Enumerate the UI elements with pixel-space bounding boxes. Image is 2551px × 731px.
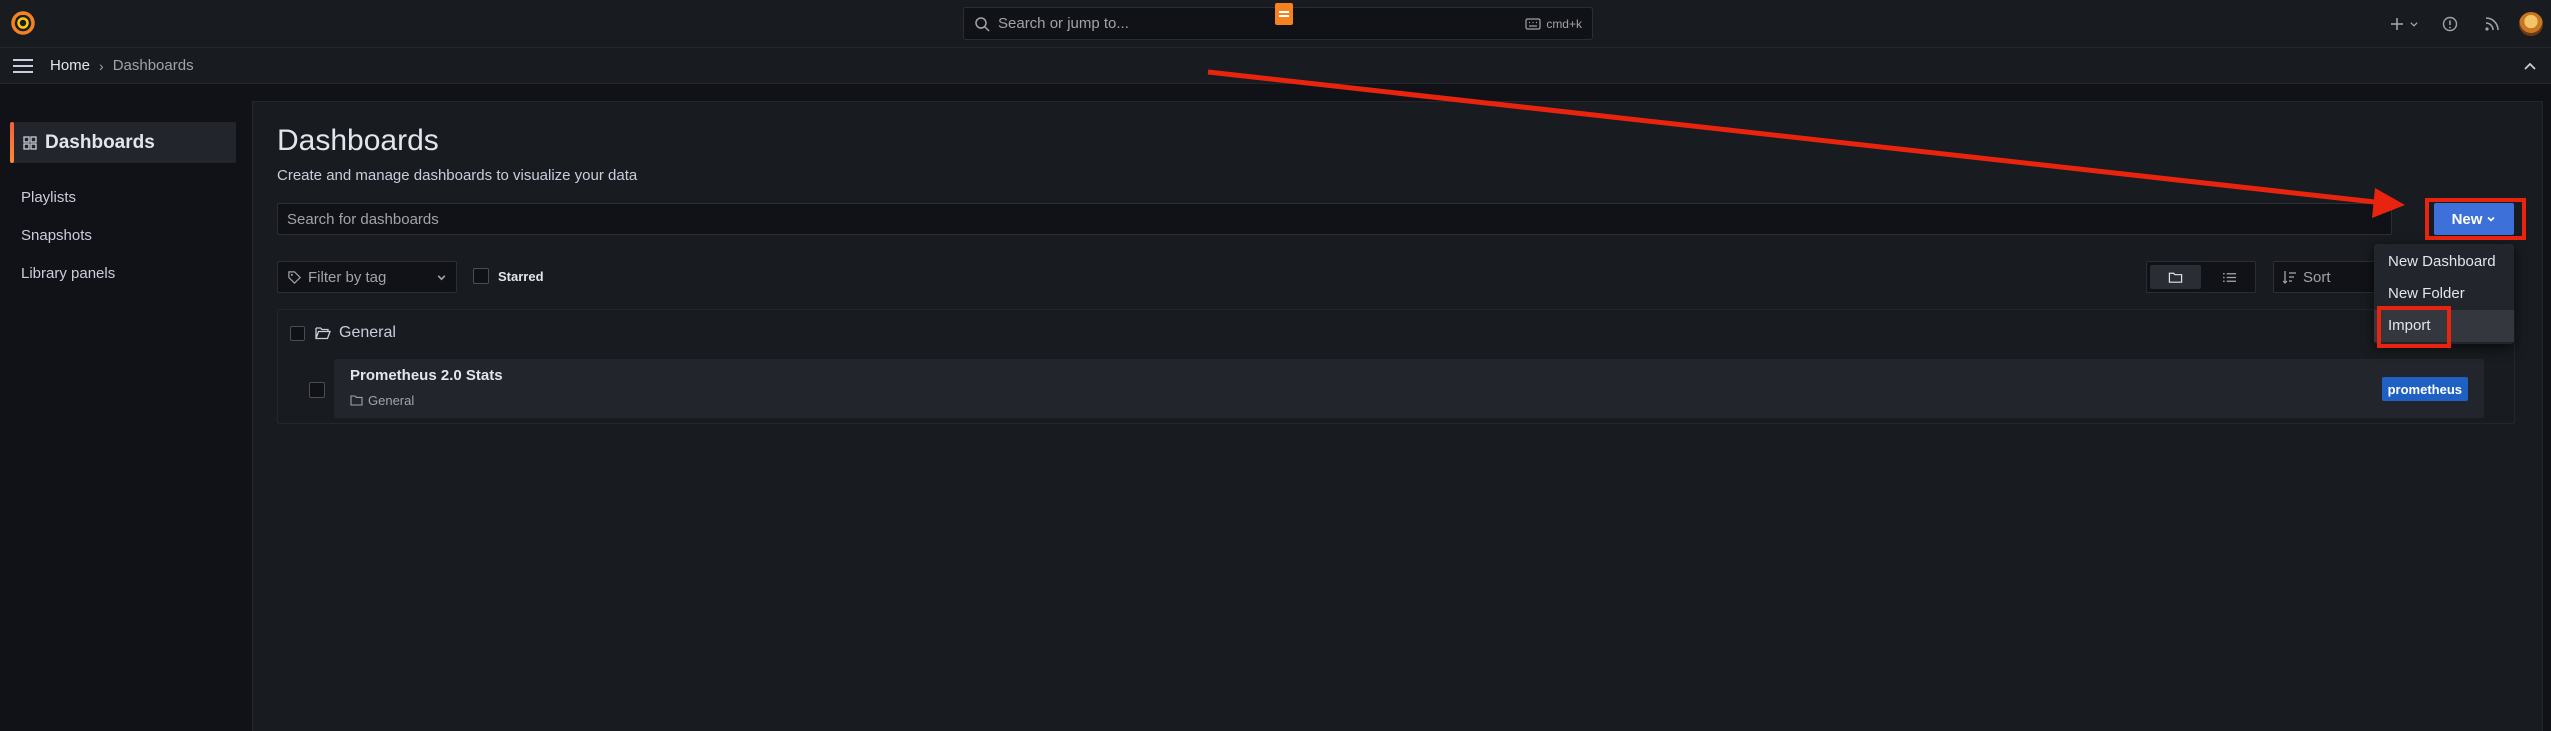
hamburger-menu-icon[interactable] <box>12 58 34 74</box>
search-icon <box>975 16 990 32</box>
filter-by-tag-placeholder: Filter by tag <box>308 268 387 286</box>
grafana-logo-icon[interactable] <box>10 10 36 36</box>
help-icon <box>2442 16 2458 32</box>
folder-checkbox[interactable] <box>290 325 305 341</box>
chevron-up-icon[interactable] <box>2523 59 2537 73</box>
menu-item-new-folder[interactable]: New Folder <box>2388 285 2465 302</box>
tag-icon <box>288 270 301 284</box>
filter-by-tag-select[interactable]: Filter by tag <box>277 261 457 293</box>
new-button-highlight-box <box>2425 198 2526 240</box>
breadcrumb-separator: › <box>99 57 104 74</box>
plus-icon <box>2391 18 2403 30</box>
rss-icon <box>2485 17 2499 31</box>
sidebar-item-library-panels[interactable]: Library panels <box>21 265 115 282</box>
dashboard-tag[interactable]: prometheus <box>2381 377 2468 401</box>
sort-select[interactable]: Sort <box>2273 261 2383 293</box>
folder-name: General <box>339 324 396 341</box>
list-view-button[interactable] <box>2204 262 2255 292</box>
top-navbar: Search or jump to... cmd+k <box>0 0 2551 48</box>
list-icon <box>2223 272 2237 282</box>
dashboard-search-input[interactable]: Search for dashboards <box>277 203 2392 235</box>
sidebar-title: Dashboards <box>45 131 155 153</box>
folder-icon <box>350 395 363 406</box>
dashboard-checkbox[interactable] <box>309 382 325 398</box>
folder-open-icon <box>315 327 331 340</box>
folder-row-general[interactable]: General <box>290 324 396 342</box>
user-avatar[interactable] <box>2519 12 2543 36</box>
breadcrumb-current: Dashboards <box>112 57 194 74</box>
starred-label: Starred <box>498 268 544 284</box>
folder-icon <box>2168 272 2183 283</box>
starred-checkbox[interactable] <box>473 268 489 284</box>
dashboard-location-label: General <box>368 393 415 408</box>
breadcrumb-home-link[interactable]: Home <box>50 57 90 74</box>
import-highlight-box <box>2377 306 2451 348</box>
sidebar-item-snapshots[interactable]: Snapshots <box>21 227 92 244</box>
keyboard-icon <box>1525 17 1541 30</box>
news-button[interactable] <box>2471 0 2513 48</box>
add-new-menu-button[interactable] <box>2379 0 2429 48</box>
dashboard-location: General <box>350 393 414 408</box>
breadcrumb-bar: Home › Dashboards <box>0 48 2551 84</box>
dashboard-list: General Prometheus 2.0 Stats General pro… <box>277 309 2515 424</box>
menu-item-new-dashboard[interactable]: New Dashboard <box>2388 253 2496 270</box>
page-subtitle: Create and manage dashboards to visualiz… <box>277 167 638 184</box>
menu-indicator-icon <box>1275 3 1293 25</box>
sort-icon <box>2283 271 2296 284</box>
view-mode-toggle[interactable] <box>2146 261 2256 293</box>
chevron-down-icon <box>2410 22 2418 27</box>
apps-grid-icon <box>23 135 37 150</box>
starred-filter[interactable]: Starred <box>473 268 544 284</box>
sort-label: Sort <box>2303 268 2331 286</box>
chevron-down-icon <box>437 274 446 280</box>
keyboard-shortcut-hint: cmd+k <box>1525 17 1582 31</box>
shortcut-label: cmd+k <box>1546 16 1582 31</box>
dashboard-row-prometheus[interactable]: Prometheus 2.0 Stats General prometheus <box>334 359 2484 418</box>
page-title: Dashboards <box>277 124 439 157</box>
dashboard-title[interactable]: Prometheus 2.0 Stats <box>350 367 503 384</box>
folder-view-button[interactable] <box>2150 265 2201 289</box>
help-button[interactable] <box>2429 0 2471 48</box>
top-right-actions <box>2379 0 2551 48</box>
sidebar-item-playlists[interactable]: Playlists <box>21 189 76 206</box>
sidebar-item-dashboards[interactable]: Dashboards <box>10 122 236 163</box>
section-sidebar: Dashboards Playlists Snapshots Library p… <box>0 84 252 731</box>
global-search-placeholder: Search or jump to... <box>998 15 1129 32</box>
